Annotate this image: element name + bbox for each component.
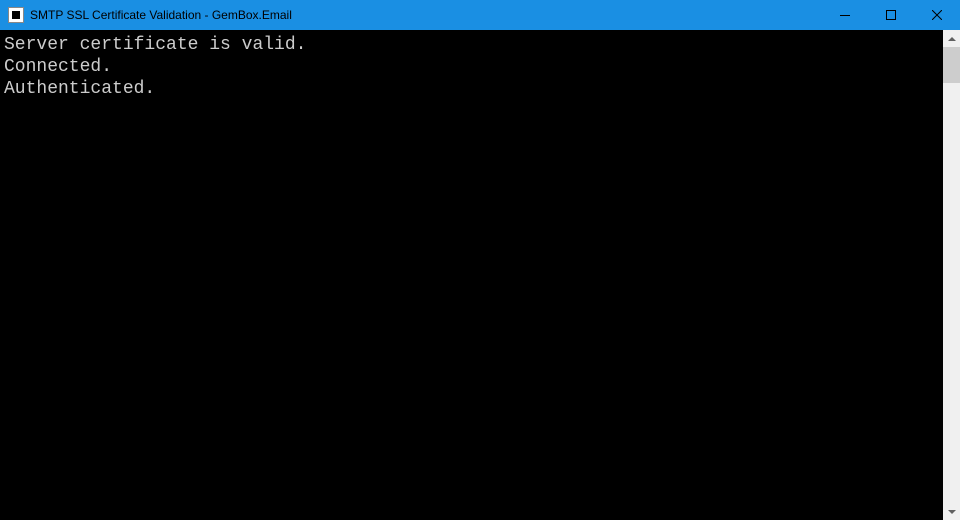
console-line: Server certificate is valid. <box>4 34 943 56</box>
console-line: Authenticated. <box>4 78 943 100</box>
window-title: SMTP SSL Certificate Validation - GemBox… <box>30 8 822 22</box>
console-line: Connected. <box>4 56 943 78</box>
app-icon <box>8 7 24 23</box>
vertical-scrollbar[interactable] <box>943 30 960 520</box>
console-output[interactable]: Server certificate is valid.Connected.Au… <box>0 30 943 520</box>
minimize-button[interactable] <box>822 0 868 30</box>
window-controls <box>822 0 960 30</box>
scroll-thumb[interactable] <box>943 47 960 83</box>
scroll-up-button[interactable] <box>943 30 960 47</box>
scroll-down-button[interactable] <box>943 503 960 520</box>
scroll-track[interactable] <box>943 47 960 503</box>
close-button[interactable] <box>914 0 960 30</box>
titlebar: SMTP SSL Certificate Validation - GemBox… <box>0 0 960 30</box>
maximize-button[interactable] <box>868 0 914 30</box>
console-area: Server certificate is valid.Connected.Au… <box>0 30 960 520</box>
